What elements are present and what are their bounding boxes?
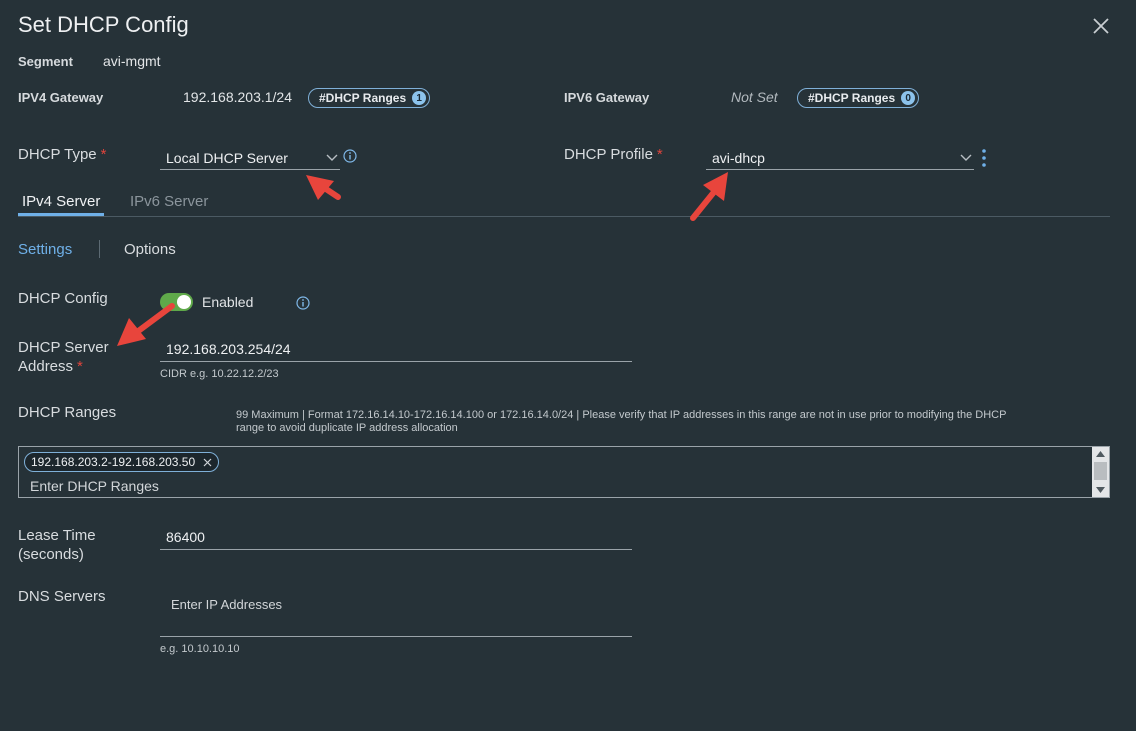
- ipv6-dhcp-ranges-pill[interactable]: #DHCP Ranges 0: [797, 88, 920, 108]
- help-line: range to avoid duplicate IP address allo…: [236, 422, 458, 434]
- ipv4-gateway-value: 192.168.203.1/24: [183, 89, 292, 105]
- ipv4-dhcp-ranges-pill[interactable]: #DHCP Ranges 1: [308, 88, 431, 108]
- label-line: DHCP Server: [18, 339, 109, 356]
- info-icon[interactable]: [343, 149, 357, 163]
- tab-ipv6-server[interactable]: IPv6 Server: [130, 193, 208, 210]
- dhcp-type-select[interactable]: Local DHCP Server: [160, 150, 340, 170]
- tab-ipv4-server[interactable]: IPv4 Server: [22, 193, 100, 210]
- close-icon[interactable]: [1090, 15, 1112, 37]
- info-icon[interactable]: [296, 296, 310, 310]
- dhcp-ranges-input[interactable]: 192.168.203.2-192.168.203.50 Enter DHCP …: [18, 446, 1110, 498]
- required-marker: *: [100, 146, 107, 163]
- help-line: 99 Maximum | Format 172.16.14.10-172.16.…: [236, 409, 1007, 421]
- dns-servers-hint: e.g. 10.10.10.10: [160, 643, 240, 655]
- more-options-icon[interactable]: [980, 148, 988, 168]
- dhcp-type-label-text: DHCP Type: [18, 146, 97, 163]
- segment-value: avi-mgmt: [103, 53, 161, 69]
- scroll-up-icon[interactable]: [1096, 451, 1105, 457]
- toggle-state-label: Enabled: [202, 294, 254, 310]
- annotation-arrow: [306, 175, 341, 200]
- scrollbar[interactable]: [1092, 447, 1109, 497]
- pill-count: 0: [901, 91, 916, 105]
- subtab-divider: [99, 240, 100, 258]
- ipv6-gateway-label: IPV6 Gateway: [564, 90, 650, 105]
- server-address-input[interactable]: 192.168.203.254/24: [160, 341, 632, 362]
- label-line: Lease Time: [18, 527, 96, 544]
- ipv6-gateway-value: Not Set: [731, 89, 778, 105]
- dns-servers-input[interactable]: Enter IP Addresses: [160, 597, 632, 637]
- dhcp-profile-value: avi-dhcp: [712, 149, 765, 166]
- annotation-arrow: [117, 303, 175, 346]
- segment-label: Segment: [18, 54, 73, 69]
- range-chip: 192.168.203.2-192.168.203.50: [24, 452, 220, 472]
- server-address-hint: CIDR e.g. 10.22.12.2/23: [160, 368, 279, 380]
- dhcp-config-label: DHCP Config: [18, 290, 108, 307]
- subtab-settings[interactable]: Settings: [18, 241, 72, 258]
- required-marker: *: [77, 358, 83, 375]
- dns-servers-label: DNS Servers: [18, 588, 106, 605]
- dhcp-config-toggle[interactable]: [160, 293, 193, 311]
- annotation-arrow: [690, 172, 728, 221]
- dhcp-ranges-help: 99 Maximum | Format 172.16.14.10-172.16.…: [236, 409, 1106, 435]
- dhcp-profile-label-text: DHCP Profile: [564, 146, 653, 163]
- lease-time-input[interactable]: 86400: [160, 529, 632, 550]
- dialog-title: Set DHCP Config: [18, 12, 189, 37]
- subtab-options[interactable]: Options: [124, 241, 176, 258]
- ipv4-gateway-label: IPV4 Gateway: [18, 90, 104, 105]
- dhcp-profile-label: DHCP Profile *: [564, 146, 663, 163]
- dhcp-profile-select[interactable]: avi-dhcp: [706, 150, 974, 170]
- dhcp-ranges-placeholder: Enter DHCP Ranges: [30, 478, 159, 494]
- chevron-down-icon: [960, 154, 972, 161]
- pill-count: 1: [412, 91, 427, 105]
- server-address-label: DHCP Server Address *: [18, 338, 109, 376]
- dhcp-type-value: Local DHCP Server: [166, 149, 288, 166]
- pill-label: #DHCP Ranges: [808, 91, 896, 105]
- pill-label: #DHCP Ranges: [319, 91, 407, 105]
- chip-label: 192.168.203.2-192.168.203.50: [31, 455, 196, 469]
- toggle-knob: [177, 295, 191, 309]
- dhcp-ranges-label: DHCP Ranges: [18, 404, 117, 421]
- required-marker: *: [656, 146, 663, 163]
- label-line: (seconds): [18, 546, 84, 563]
- scrollbar-thumb[interactable]: [1094, 462, 1107, 480]
- label-text: Address: [18, 358, 74, 375]
- chevron-down-icon: [326, 154, 338, 161]
- label-line: Address *: [18, 357, 109, 376]
- close-icon[interactable]: [203, 458, 212, 467]
- lease-time-label: Lease Time (seconds): [18, 526, 96, 564]
- scroll-down-icon[interactable]: [1096, 487, 1105, 493]
- dhcp-type-label: DHCP Type *: [18, 146, 107, 163]
- tabs-divider: [18, 216, 1110, 217]
